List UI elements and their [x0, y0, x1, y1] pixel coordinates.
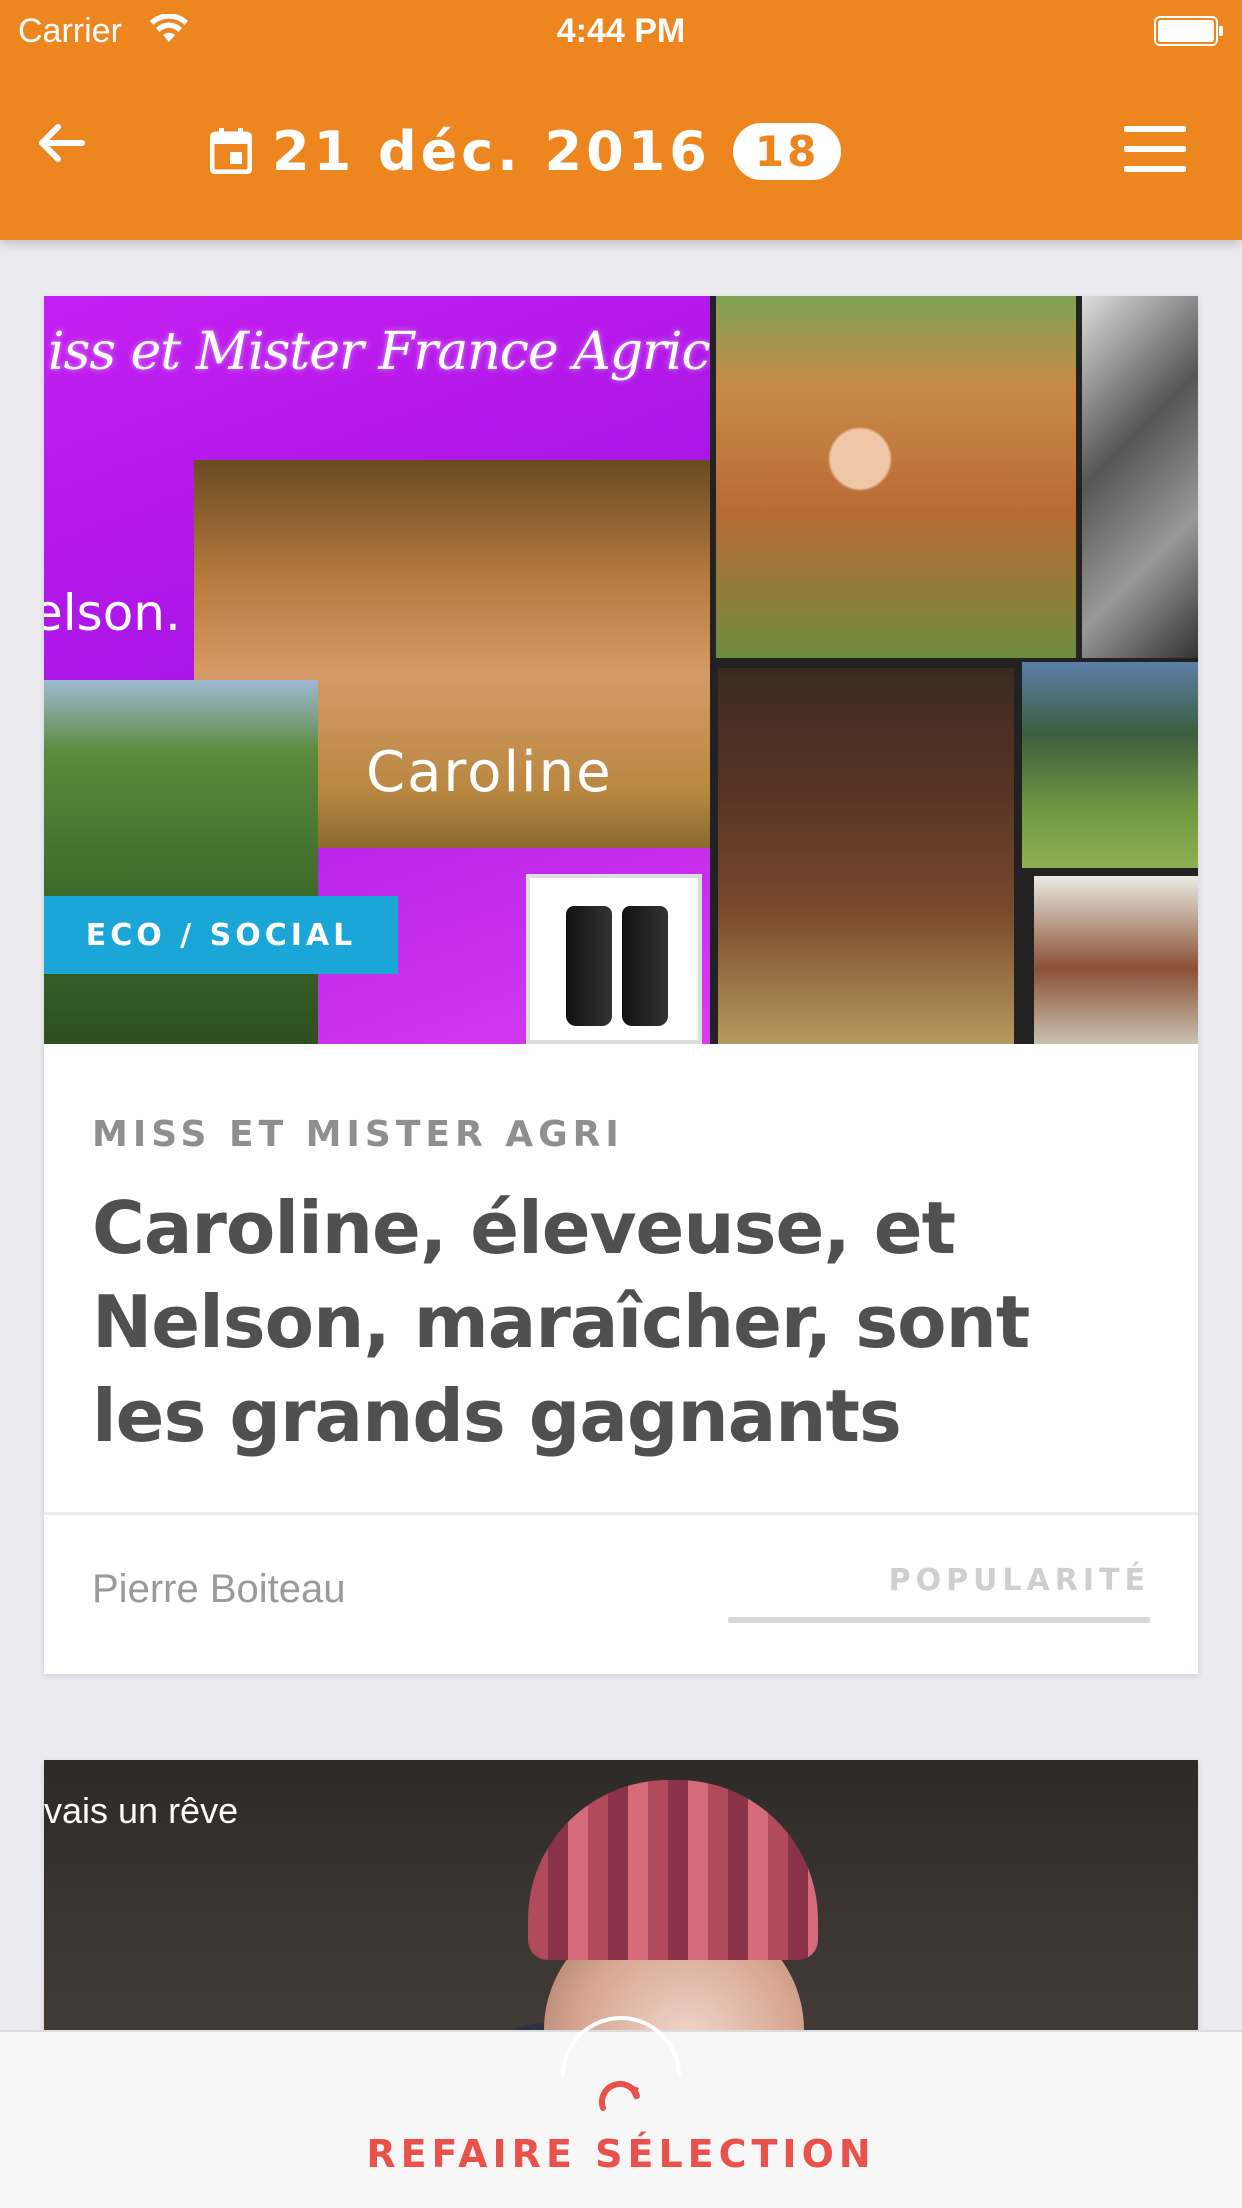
- app-header: Carrier 4:44 PM 21 déc. 2016 18: [0, 0, 1242, 240]
- photo-cows: [716, 296, 1076, 658]
- status-time: 4:44 PM: [556, 12, 686, 50]
- collage-name-caroline: Caroline: [366, 740, 613, 805]
- status-bar: Carrier 4:44 PM: [0, 0, 1242, 62]
- calendar-icon: [210, 128, 252, 174]
- photo-calves: [1034, 876, 1198, 1044]
- refresh-icon[interactable]: [595, 2074, 647, 2114]
- refresh-selection-button[interactable]: REFAIRE SÉLECTION: [0, 2132, 1242, 2176]
- article-kicker: MISS ET MISTER AGRI: [92, 1114, 624, 1155]
- article-footer: Pierre Boiteau POPULARITÉ: [44, 1512, 1198, 1674]
- photo-boots: [526, 874, 702, 1044]
- category-badge: ECO / SOCIAL: [44, 896, 398, 974]
- refresh-selection-bar[interactable]: REFAIRE SÉLECTION: [0, 2016, 1242, 2208]
- article-card[interactable]: iss et Mister France Agricole 2017. elso…: [44, 296, 1198, 1674]
- hamburger-menu-icon[interactable]: [1124, 126, 1186, 172]
- photo-milking: [718, 668, 1014, 1044]
- photo-hat: [528, 1780, 818, 1960]
- popularity-label: POPULARITÉ: [888, 1563, 1150, 1598]
- article-count-badge: 18: [732, 122, 842, 180]
- video-caption: vais un rêve: [44, 1790, 239, 1831]
- arrow-left-icon[interactable]: [38, 118, 88, 168]
- photo-portrait: [1082, 296, 1198, 658]
- article-headline: Caroline, éleveuse, et Nelson, maraîcher…: [92, 1186, 1030, 1458]
- selected-date: 21 déc. 2016: [272, 119, 711, 183]
- photo-farm: [1022, 662, 1198, 868]
- article-body: MISS ET MISTER AGRI Caroline, éleveuse, …: [44, 1044, 1198, 1463]
- date-selector[interactable]: 21 déc. 2016 18: [210, 116, 842, 186]
- collage-name-nelson: elson.: [44, 584, 181, 642]
- popularity-bar: [728, 1617, 1150, 1623]
- battery-icon: [1154, 16, 1223, 46]
- collage-title: iss et Mister France Agricole 2017.: [48, 322, 710, 382]
- article-image: iss et Mister France Agricole 2017. elso…: [44, 296, 1198, 1044]
- article-author: Pierre Boiteau: [92, 1567, 346, 1611]
- photo-field: [44, 680, 318, 1044]
